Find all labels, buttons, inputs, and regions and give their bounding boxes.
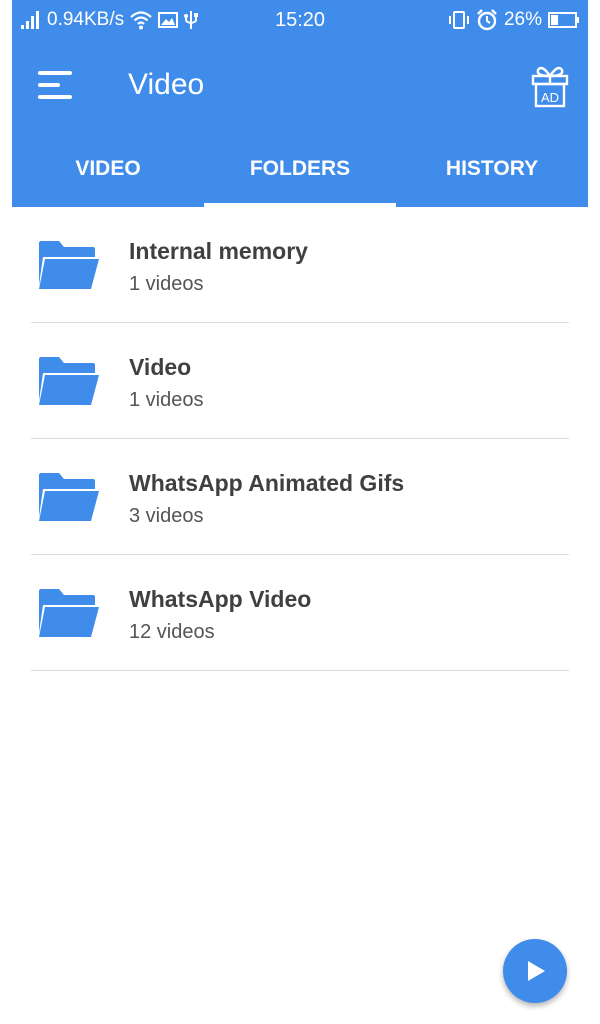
- battery-icon: [548, 12, 579, 28]
- status-time: 15:20: [274, 9, 326, 31]
- folder-row-whatsapp-animated-gifs[interactable]: WhatsApp Animated Gifs 3 videos: [31, 439, 569, 555]
- folder-name: Video: [129, 354, 192, 380]
- play-icon: [528, 961, 545, 981]
- folder-name: Internal memory: [129, 238, 308, 264]
- image-icon: [158, 12, 179, 28]
- alarm-icon: [477, 9, 497, 31]
- wifi-icon: [130, 11, 152, 30]
- usb-icon: [184, 11, 199, 29]
- battery-percent: 26%: [503, 9, 542, 30]
- tab-video[interactable]: VIDEO: [12, 132, 204, 207]
- folder-row-internal-memory[interactable]: Internal memory 1 videos: [31, 207, 569, 323]
- app-frame: 0.94KB/s 15:20 26% Video AD VIDEO FOLDER…: [12, 0, 588, 1024]
- folder-count: 3 videos: [129, 505, 204, 527]
- status-bar: 0.94KB/s 15:20 26%: [12, 0, 588, 42]
- gift-badge-label: AD: [541, 90, 559, 105]
- folder-row-video[interactable]: Video 1 videos: [31, 323, 569, 439]
- tab-history[interactable]: HISTORY: [396, 132, 588, 207]
- signal-icon: [21, 11, 39, 29]
- tab-bar: VIDEO FOLDERS HISTORY: [12, 132, 588, 207]
- status-right: 26%: [448, 9, 580, 31]
- folder-count: 12 videos: [129, 621, 215, 643]
- folder-icon: [39, 241, 99, 289]
- tab-folders[interactable]: FOLDERS: [204, 132, 396, 207]
- folder-row-whatsapp-video[interactable]: WhatsApp Video 12 videos: [31, 555, 569, 671]
- app-bar: Video AD: [12, 42, 588, 132]
- net-speed: 0.94KB/s: [47, 9, 125, 30]
- status-left: 0.94KB/s: [20, 9, 199, 31]
- vibrate-icon: [448, 11, 469, 29]
- play-fab-button[interactable]: [503, 939, 567, 1003]
- folder-name: WhatsApp Video: [129, 586, 312, 612]
- folder-icon: [39, 589, 99, 637]
- hamburger-menu-icon[interactable]: [34, 64, 78, 108]
- folder-name: WhatsApp Animated Gifs: [129, 470, 405, 496]
- folder-list: Internal memory 1 videos Video 1 videos …: [12, 207, 588, 671]
- folder-icon: [39, 357, 99, 405]
- folder-count: 1 videos: [129, 273, 204, 295]
- folder-icon: [39, 473, 99, 521]
- gift-ad-icon[interactable]: AD: [530, 64, 570, 108]
- page-title: Video: [128, 68, 205, 101]
- folder-count: 1 videos: [129, 389, 204, 411]
